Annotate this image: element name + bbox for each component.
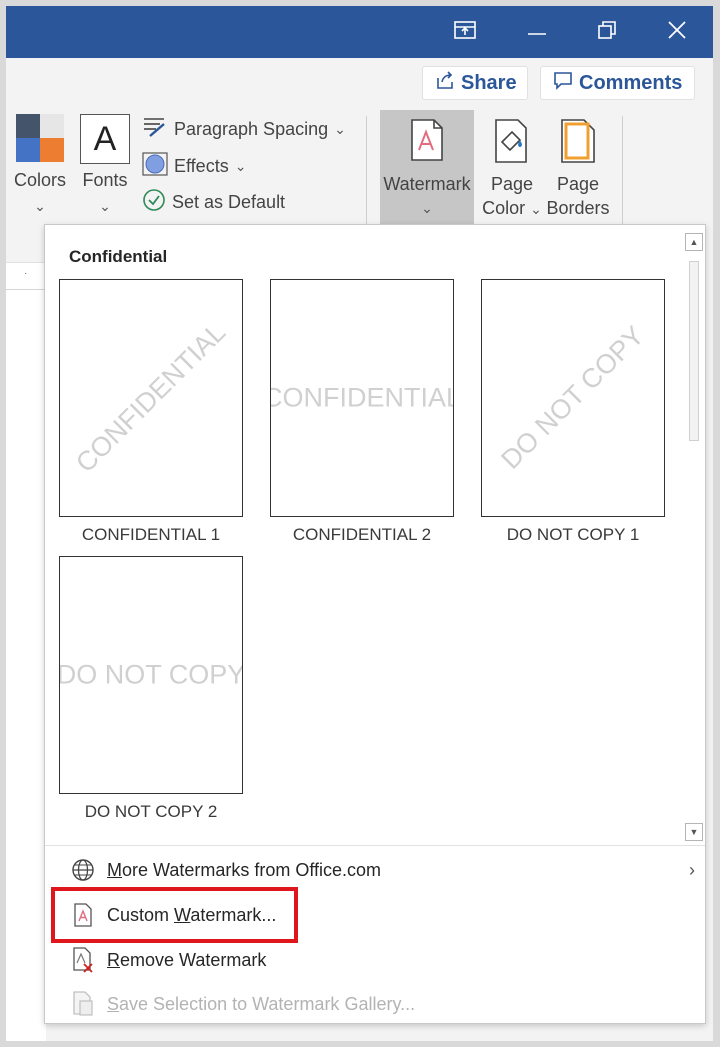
gallery-item-label: DO NOT COPY 2 (84, 802, 218, 821)
save-selection-menu-item: Save Selection to Watermark Gallery... (45, 983, 705, 1025)
comment-icon (553, 70, 573, 96)
remove-watermark-label: Remove Watermark (107, 949, 267, 970)
restore-button[interactable] (572, 6, 642, 58)
watermark-label: Watermark (383, 174, 471, 194)
close-button[interactable] (642, 6, 712, 58)
title-bar (6, 6, 713, 58)
remove-watermark-icon (63, 947, 103, 973)
restore-icon (598, 20, 616, 44)
chevron-right-icon: › (689, 859, 695, 880)
page-borders-label-1: Page (556, 174, 600, 194)
paragraph-spacing-label: Paragraph Spacing (174, 119, 329, 139)
effects-button[interactable]: Effects ⌄ (142, 152, 246, 181)
ribbon-group-divider (366, 116, 367, 226)
highlight-box (51, 887, 298, 943)
fonts-glyph-icon: A (80, 114, 130, 164)
ruler-tab-marker: · (6, 262, 46, 290)
page-color-button[interactable]: Page Color ⌄ (480, 110, 544, 228)
ribbon-display-options-button[interactable] (430, 6, 500, 58)
gallery-section-title: Confidential (69, 247, 168, 266)
effects-icon (142, 152, 168, 181)
globe-icon (63, 858, 103, 882)
chevron-down-icon: ⌄ (334, 121, 346, 137)
scrollbar-thumb[interactable] (689, 261, 699, 441)
ribbon-group-divider (622, 116, 623, 226)
chevron-down-icon: ⌄ (34, 198, 46, 214)
effects-label: Effects (174, 156, 229, 176)
gallery-item-label: DO NOT COPY 1 (506, 525, 640, 544)
menu-divider (45, 845, 705, 846)
scroll-up-icon[interactable]: ▲ (685, 233, 703, 251)
set-as-default-button[interactable]: Set as Default (142, 188, 285, 217)
page-color-label-1: Page (490, 174, 534, 194)
save-selection-label: Save Selection to Watermark Gallery... (107, 993, 416, 1014)
document-page[interactable] (6, 262, 46, 1041)
remove-watermark-menu-item[interactable]: Remove Watermark (45, 939, 705, 981)
chevron-down-icon: ⌄ (421, 200, 433, 216)
minimize-icon (528, 23, 546, 41)
gallery-scrollbar[interactable]: ▲ ▼ (683, 233, 705, 841)
watermark-dropdown: Confidential CONFIDENTIAL CONFIDENTIAL 1… (44, 224, 706, 1024)
page-color-icon (492, 118, 532, 169)
page-color-label-2: Color ⌄ (482, 198, 542, 218)
checkmark-circle-icon (142, 188, 166, 217)
comments-button[interactable]: Comments (540, 66, 695, 100)
watermark-preview-text: CONFIDENTIAL (70, 317, 232, 479)
scroll-down-icon[interactable]: ▼ (685, 823, 703, 841)
watermark-preview-text: DO NOT COPY (59, 659, 243, 690)
share-icon (435, 70, 455, 96)
watermark-preview-text: DO NOT COPY (495, 320, 650, 475)
save-to-gallery-icon (63, 991, 103, 1017)
colors-button[interactable]: Colors ⌄ (12, 114, 68, 224)
gallery-item-label: CONFIDENTIAL 1 (81, 525, 221, 544)
paragraph-spacing-button[interactable]: Paragraph Spacing ⌄ (142, 116, 346, 143)
set-as-default-label: Set as Default (172, 192, 286, 212)
fonts-button[interactable]: A Fonts ⌄ (78, 114, 132, 224)
more-watermarks-menu-item[interactable]: More Watermarks from Office.com › (45, 849, 705, 891)
watermark-preview-text: CONFIDENTIAL (270, 382, 454, 413)
chevron-down-icon: ⌄ (99, 198, 111, 214)
word-window: Share Comments Colors ⌄ A Fonts ⌄ Paragr… (6, 6, 713, 1041)
page-borders-icon (560, 118, 596, 169)
minimize-button[interactable] (502, 6, 572, 58)
watermark-gallery-item[interactable]: DO NOT COPY (481, 279, 665, 517)
share-label: Share (461, 71, 517, 94)
more-watermarks-label: More Watermarks from Office.com (107, 859, 382, 880)
watermark-button[interactable]: Watermark ⌄ (380, 110, 474, 228)
page-borders-button[interactable]: Page Borders (546, 110, 610, 228)
colors-label: Colors (13, 170, 66, 190)
share-button[interactable]: Share (422, 66, 528, 100)
page-borders-label-2: Borders (546, 198, 610, 218)
watermark-icon (410, 118, 444, 167)
comments-label: Comments (579, 71, 683, 94)
paragraph-spacing-icon (142, 116, 168, 143)
chevron-down-icon: ⌄ (234, 158, 247, 174)
close-icon (668, 20, 686, 44)
watermark-gallery-item[interactable]: CONFIDENTIAL (270, 279, 454, 517)
fonts-label: Fonts (82, 170, 128, 190)
ribbon-display-icon (454, 20, 476, 44)
watermark-gallery-item[interactable]: CONFIDENTIAL (59, 279, 243, 517)
watermark-gallery-item[interactable]: DO NOT COPY (59, 556, 243, 794)
gallery-item-label: CONFIDENTIAL 2 (292, 525, 432, 544)
colors-swatch-icon (16, 114, 64, 167)
chevron-down-icon: ⌄ (530, 201, 542, 217)
